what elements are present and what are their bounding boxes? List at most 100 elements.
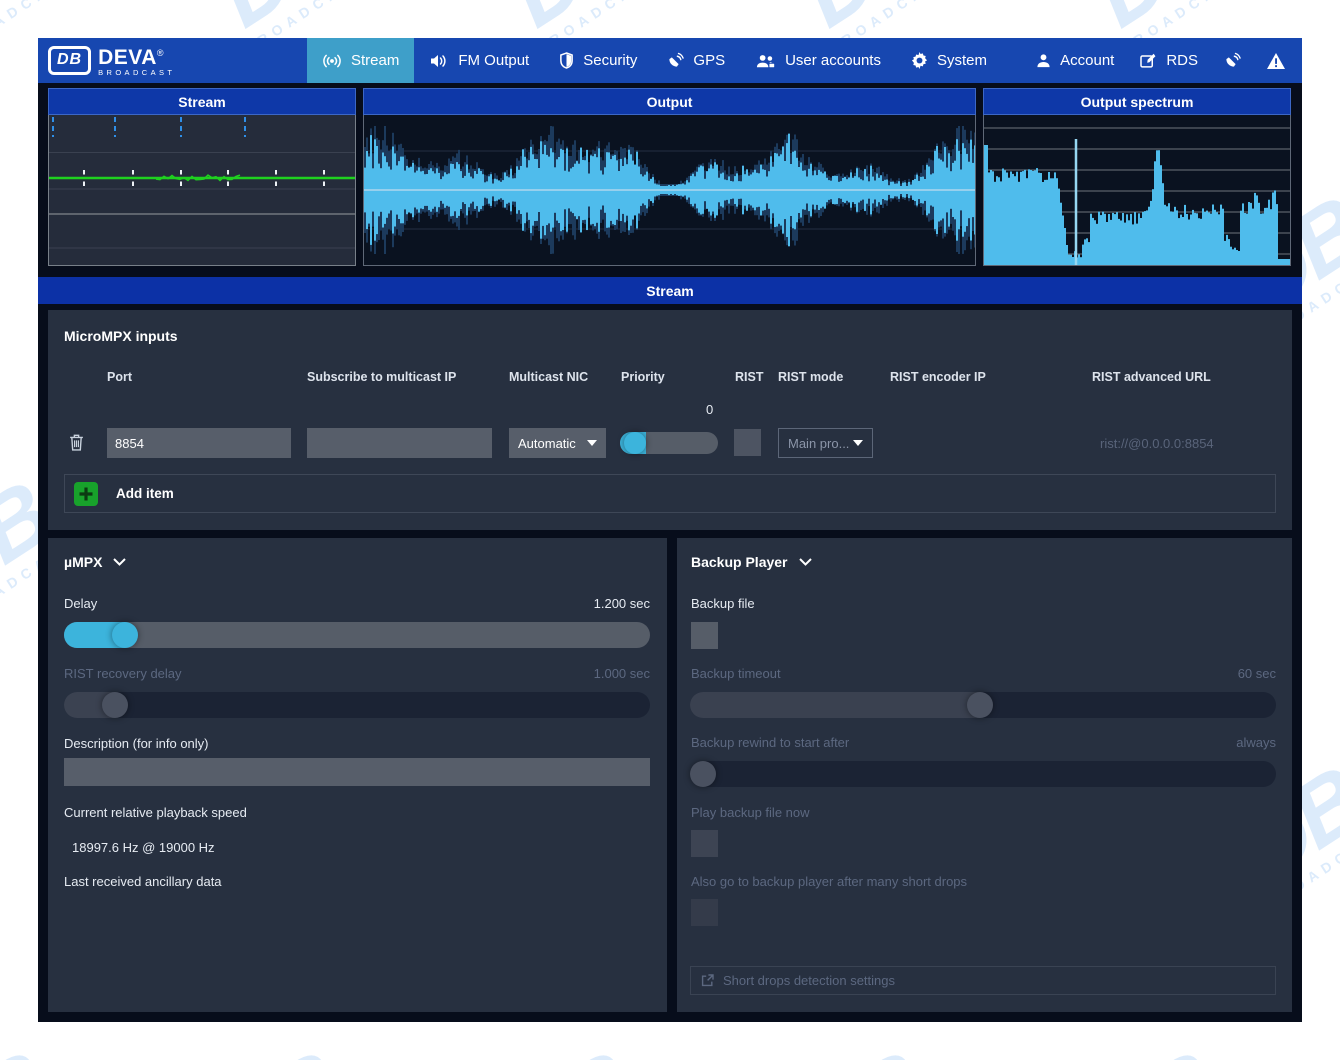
rist-recovery-slider-thumb (102, 692, 128, 718)
nav-tabs: Stream FM Output Security GPS User accou… (307, 38, 1002, 83)
priority-slider-thumb[interactable] (624, 432, 646, 454)
account-menu[interactable]: Account (1023, 52, 1127, 69)
multicast-nic-select[interactable]: Automatic (509, 428, 606, 458)
stream-scope-panel: Stream (48, 88, 356, 266)
deva-watermark: DBBROADCAST (781, 1039, 954, 1060)
delay-label: Delay (64, 596, 97, 611)
chevron-down-icon (587, 440, 597, 446)
playback-speed-value: 18997.6 Hz @ 19000 Hz (72, 840, 215, 855)
plus-icon (74, 482, 98, 506)
stream-scope-title: Stream (48, 88, 356, 115)
micrompx-inputs-card: MicroMPX inputs Port Subscribe to multic… (48, 310, 1292, 530)
backup-rewind-label: Backup rewind to start after (691, 735, 849, 750)
playback-speed-label: Current relative playback speed (64, 805, 247, 820)
spectrum-scope-panel: Output spectrum (983, 88, 1291, 266)
rist-recovery-delay-value: 1.000 sec (594, 666, 650, 681)
backup-collapse-toggle[interactable]: Backup Player (691, 554, 812, 570)
rist-mode-select[interactable]: Main pro... (778, 428, 873, 458)
umpx-title: µMPX (64, 554, 102, 570)
output-waveform-canvas (364, 115, 975, 265)
delay-slider[interactable] (64, 622, 650, 648)
shield-icon (559, 52, 574, 69)
add-item-label: Add item (116, 486, 174, 501)
tab-system[interactable]: System (896, 38, 1002, 83)
rist-recovery-delay-slider (64, 692, 650, 718)
col-header-nic: Multicast NIC (509, 370, 588, 384)
backup-rewind-slider (690, 761, 1276, 787)
deva-watermark: DBBROADCAST (1073, 1039, 1246, 1060)
tab-label: System (937, 52, 987, 69)
antenna-icon (1224, 52, 1241, 69)
backup-file-checkbox[interactable] (691, 622, 718, 649)
backup-rewind-value: always (1236, 735, 1276, 750)
backup-timeout-value: 60 sec (1238, 666, 1276, 681)
delete-row-button[interactable] (69, 434, 84, 451)
alarm-status[interactable] (1254, 53, 1298, 69)
backup-rewind-thumb (690, 761, 716, 787)
stream-scope-body (48, 115, 356, 266)
rds-menu[interactable]: RDS (1127, 52, 1211, 69)
backup-player-card: Backup Player Backup file Backup timeout… (677, 538, 1292, 1012)
speaker-icon (429, 53, 449, 69)
short-drops-label: Also go to backup player after many shor… (691, 874, 967, 889)
deva-watermark: DBBROADCAST (489, 1039, 662, 1060)
output-scope-body (363, 115, 976, 266)
rist-mode-selected-value: Main pro... (788, 436, 849, 451)
short-drops-settings-label: Short drops detection settings (723, 973, 895, 988)
screen: DBBROADCAST DBBROADCAST DBBROADCAST DBBROAD… (0, 0, 1340, 1060)
app-window: DB DEVA® BROADCAST Stream FM Output Sec (38, 38, 1302, 1022)
priority-value: 0 (706, 402, 713, 417)
short-drops-settings-button[interactable]: Short drops detection settings (690, 966, 1276, 995)
satellite-icon (667, 52, 684, 69)
port-input[interactable] (107, 428, 291, 458)
deva-watermark: DBBROADCAST (197, 1039, 370, 1060)
spectrum-scope-body (983, 115, 1291, 266)
tab-security[interactable]: Security (544, 38, 652, 83)
output-scope-title: Output (363, 88, 976, 115)
gear-icon (911, 52, 928, 69)
stream-scope-canvas (49, 115, 355, 265)
chevron-down-icon (799, 558, 812, 566)
rist-recovery-delay-label: RIST recovery delay (64, 666, 182, 681)
col-header-port: Port (107, 370, 132, 384)
col-header-rist-url: RIST advanced URL (1092, 370, 1211, 384)
micrompx-inputs-title: MicroMPX inputs (64, 328, 178, 344)
multicast-ip-input[interactable] (307, 428, 492, 458)
backup-timeout-slider (690, 692, 1276, 718)
rist-checkbox[interactable] (734, 429, 761, 456)
nav-right: Account RDS (1023, 38, 1298, 83)
antenna-status[interactable] (1211, 52, 1254, 69)
tab-gps[interactable]: GPS (652, 38, 740, 83)
backup-file-label: Backup file (691, 596, 755, 611)
deva-watermark: DBBROADCAST (0, 1039, 78, 1060)
tab-stream[interactable]: Stream (307, 38, 414, 83)
spectrum-scope-title: Output spectrum (983, 88, 1291, 115)
warning-icon (1267, 53, 1285, 69)
tab-label: Security (583, 52, 637, 69)
tab-user-accounts[interactable]: User accounts (740, 38, 896, 83)
priority-slider[interactable] (620, 432, 718, 454)
registered-mark: ® (157, 48, 164, 58)
account-label: Account (1060, 52, 1114, 69)
nic-selected-value: Automatic (518, 436, 576, 451)
umpx-collapse-toggle[interactable]: µMPX (64, 554, 126, 570)
description-input[interactable] (64, 758, 650, 786)
deva-logo-sub: BROADCAST (98, 68, 175, 77)
trash-icon (69, 434, 84, 451)
col-header-priority: Priority (621, 370, 665, 384)
delay-value: 1.200 sec (594, 596, 650, 611)
delay-slider-thumb[interactable] (112, 622, 138, 648)
umpx-card: µMPX Delay 1.200 sec RIST recovery delay… (48, 538, 667, 1012)
description-label: Description (for info only) (64, 736, 209, 751)
external-link-icon (701, 974, 714, 987)
play-backup-now-checkbox (691, 830, 718, 857)
edit-icon (1140, 53, 1157, 68)
person-icon (1036, 53, 1051, 68)
col-header-rist-mode: RIST mode (778, 370, 843, 384)
tab-label: GPS (693, 52, 725, 69)
stream-section-header: Stream (38, 277, 1302, 304)
deva-logo-name: DEVA® (98, 44, 175, 67)
add-item-button[interactable]: Add item (64, 474, 1276, 513)
tab-fm-output[interactable]: FM Output (414, 38, 544, 83)
deva-logo: DB DEVA® BROADCAST (48, 44, 175, 77)
